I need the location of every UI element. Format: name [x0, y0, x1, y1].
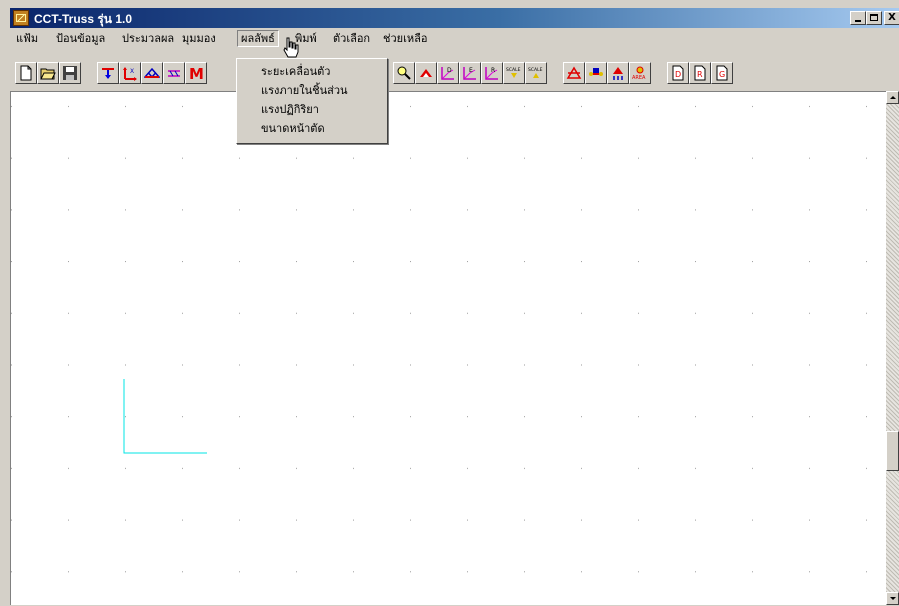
new-file-icon: [20, 65, 32, 81]
report-r-icon: R: [694, 65, 706, 81]
scale-down-icon: SCALE: [528, 67, 543, 78]
zoom-icon: [397, 66, 411, 80]
report-r-button[interactable]: R: [689, 62, 711, 84]
menu-help[interactable]: ช่วยเหลือ: [383, 31, 427, 46]
svg-text:M: M: [189, 65, 204, 81]
load-button[interactable]: [97, 62, 119, 84]
menu-bar: แฟ้ม ป้อนข้อมูล ประมวลผล มุมมอง ผลลัพธ์ …: [10, 28, 899, 48]
area-button[interactable]: AREA: [629, 62, 651, 84]
svg-text:D: D: [675, 70, 681, 79]
reaction-support-icon: [613, 67, 623, 80]
displacement-graph-icon: D: [441, 67, 454, 80]
results-dropdown: ระยะเคลื่อนตัว แรงภายในชิ้นส่วน แรงปฏิกิ…: [236, 58, 388, 144]
menu-process[interactable]: ประมวลผล: [122, 31, 174, 46]
svg-text:R: R: [491, 67, 495, 74]
section-button[interactable]: [585, 62, 607, 84]
displacement-graph-button[interactable]: D: [437, 62, 459, 84]
svg-text:R: R: [697, 70, 703, 79]
report-g-icon: G: [716, 65, 728, 81]
maximize-button[interactable]: [866, 11, 882, 25]
svg-text:X: X: [130, 68, 134, 75]
section-icon: [589, 68, 603, 76]
element-graph-button[interactable]: E: [459, 62, 481, 84]
scroll-up-button[interactable]: [886, 91, 899, 104]
minimize-button[interactable]: [850, 11, 866, 25]
moment-icon: M: [189, 65, 204, 81]
maximize-icon: [870, 14, 878, 21]
menu-view[interactable]: มุมมอง: [182, 31, 216, 46]
area-icon: AREA: [632, 66, 646, 81]
title-bar: CCT-Truss รุ่น 1.0 X: [10, 8, 899, 28]
menu-item-displacement[interactable]: ระยะเคลื่อนตัว: [261, 63, 330, 80]
structure-icon: [566, 66, 582, 79]
vertical-scrollbar[interactable]: [886, 91, 899, 605]
save-button[interactable]: [59, 62, 81, 84]
member-icon: [168, 70, 180, 77]
window-title: CCT-Truss รุ่น 1.0: [34, 12, 133, 26]
truss-icon: [144, 67, 160, 79]
menu-item-section-size[interactable]: ขนาดหน้าตัด: [261, 120, 325, 137]
axis-icon: X: [123, 67, 137, 81]
member-button[interactable]: [163, 62, 185, 84]
menu-results[interactable]: ผลลัพธ์: [237, 30, 279, 47]
save-icon: [63, 66, 77, 80]
svg-text:D: D: [447, 67, 452, 74]
menu-file[interactable]: แฟ้ม: [16, 31, 38, 46]
axis-button[interactable]: X: [119, 62, 141, 84]
arrow-up-icon: [890, 96, 896, 99]
app-icon: [13, 10, 29, 26]
element-graph-icon: E: [463, 67, 476, 80]
close-button[interactable]: X: [884, 11, 899, 25]
hand-cursor-icon: [283, 37, 299, 58]
arrow-down-icon: [890, 597, 896, 600]
report-d-button[interactable]: D: [667, 62, 689, 84]
scroll-down-button[interactable]: [886, 592, 899, 605]
menu-item-member-force[interactable]: แรงภายในชิ้นส่วน: [261, 82, 348, 99]
drawing-canvas[interactable]: [10, 91, 887, 606]
new-file-button[interactable]: [15, 62, 37, 84]
minimize-icon: [855, 20, 861, 22]
menu-input[interactable]: ป้อนข้อมูล: [56, 31, 105, 46]
scroll-thumb[interactable]: [886, 431, 899, 471]
report-g-button[interactable]: G: [711, 62, 733, 84]
support-icon: [420, 69, 432, 77]
support-button[interactable]: [415, 62, 437, 84]
svg-text:AREA: AREA: [632, 75, 646, 81]
svg-text:SCALE: SCALE: [528, 67, 543, 73]
grid-dots: [11, 92, 887, 606]
scale-up-button[interactable]: SCALE: [503, 62, 525, 84]
zoom-button[interactable]: [393, 62, 415, 84]
reaction-graph-button[interactable]: R: [481, 62, 503, 84]
moment-button[interactable]: M: [185, 62, 207, 84]
load-icon: [102, 68, 114, 79]
reaction-support-button[interactable]: [607, 62, 629, 84]
menu-options[interactable]: ตัวเลือก: [333, 31, 370, 46]
close-icon: X: [888, 12, 896, 23]
toolbar: X M D E R SCALE SCALE AREA D R G: [10, 48, 899, 90]
truss-button[interactable]: [141, 62, 163, 84]
scale-up-icon: SCALE: [506, 67, 521, 78]
open-file-button[interactable]: [37, 62, 59, 84]
report-d-icon: D: [672, 65, 684, 81]
svg-text:SCALE: SCALE: [506, 67, 521, 73]
svg-text:G: G: [719, 70, 725, 79]
scale-down-button[interactable]: SCALE: [525, 62, 547, 84]
structure-button[interactable]: [563, 62, 585, 84]
open-folder-icon: [40, 68, 56, 80]
svg-text:E: E: [469, 67, 473, 74]
reaction-graph-icon: R: [485, 67, 498, 80]
menu-item-reaction[interactable]: แรงปฏิกิริยา: [261, 101, 319, 118]
